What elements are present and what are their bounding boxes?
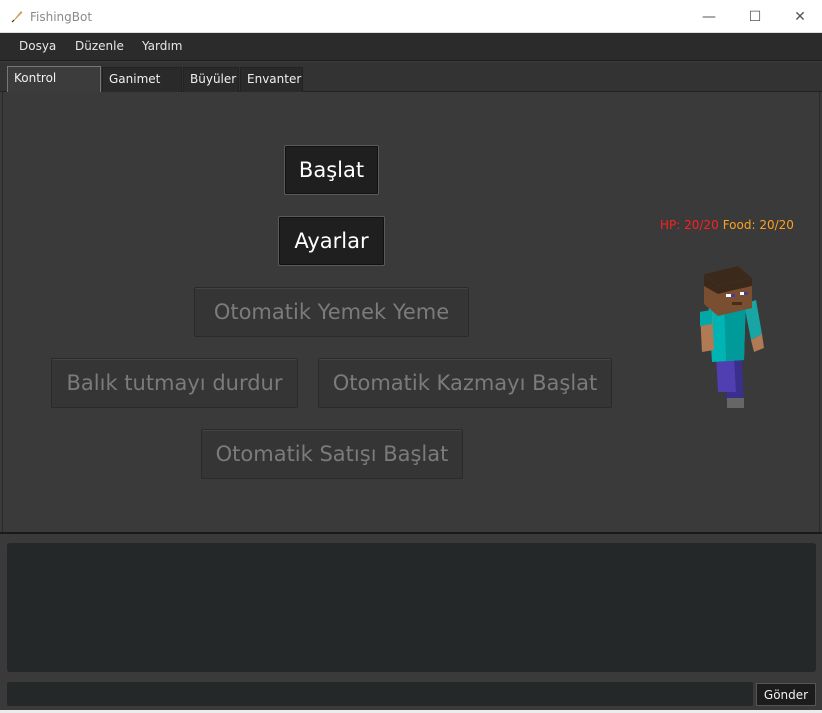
minimize-icon: — <box>702 8 716 25</box>
title-bar: FishingBot — ☐ ✕ <box>0 0 822 33</box>
tab-loot[interactable]: Ganimet (0) <box>102 67 182 109</box>
tab-enchantments[interactable]: Büyüler <box>183 67 239 92</box>
menu-help[interactable]: Yardım <box>142 39 182 53</box>
tab-bar: Kontrol Paneli Ganimet (0) Büyüler Envan… <box>0 62 822 109</box>
player-character-image <box>700 266 764 408</box>
stop-fishing-button[interactable]: Balık tutmayı durdur <box>51 358 298 408</box>
menu-bar: Dosya Düzenle Yardım <box>0 33 822 61</box>
player-stats: HP: 20/20 Food: 20/20 <box>660 218 794 232</box>
send-button[interactable]: Gönder <box>756 683 816 706</box>
maximize-button[interactable]: ☐ <box>732 0 778 33</box>
auto-sell-button[interactable]: Otomatik Satışı Başlat <box>201 429 463 479</box>
start-button[interactable]: Başlat <box>284 145 379 195</box>
auto-eat-button[interactable]: Otomatik Yemek Yeme <box>194 287 469 337</box>
window-title: FishingBot <box>30 10 93 24</box>
food-value: Food: 20/20 <box>722 218 794 232</box>
maximize-icon: ☐ <box>748 8 762 25</box>
menu-file[interactable]: Dosya <box>19 39 56 53</box>
command-input[interactable] <box>7 682 753 706</box>
auto-mine-button[interactable]: Otomatik Kazmayı Başlat <box>318 358 612 408</box>
close-icon: ✕ <box>794 8 806 25</box>
tab-inventory[interactable]: Envanter <box>240 67 303 92</box>
close-button[interactable]: ✕ <box>777 0 822 33</box>
console-output[interactable] <box>7 543 816 672</box>
menu-edit[interactable]: Düzenle <box>75 39 124 53</box>
hp-value: HP: 20/20 <box>660 218 719 232</box>
quill-icon <box>11 11 23 23</box>
minimize-button[interactable]: — <box>686 0 732 33</box>
settings-button[interactable]: Ayarlar <box>278 216 385 266</box>
tab-control-panel[interactable]: Kontrol Paneli <box>7 66 101 108</box>
